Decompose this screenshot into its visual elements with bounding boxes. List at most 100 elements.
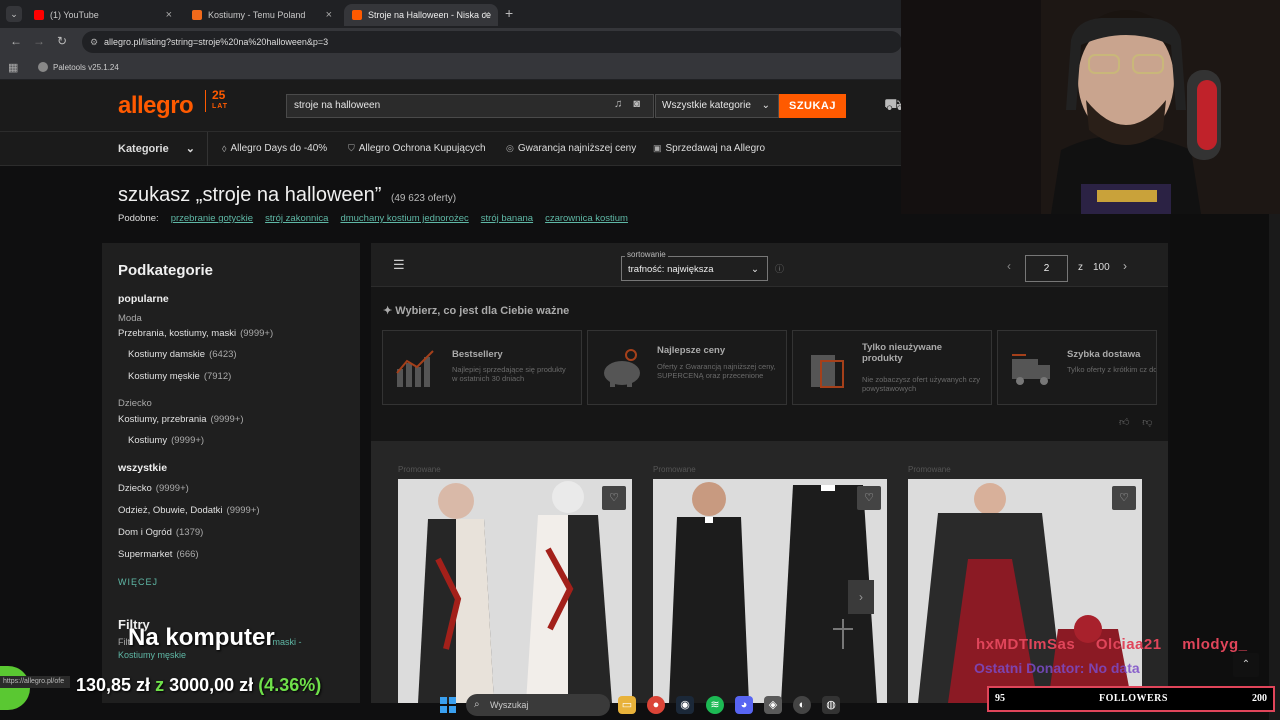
similar-link[interactable]: dmuchany kostium jednorożec <box>340 213 468 224</box>
feature-card-bestsellers[interactable]: Bestsellery Najlepiej sprzedające się pr… <box>382 330 582 405</box>
feature-card-best-prices[interactable]: Najlepsze ceny Oferty z Gwarancją najniż… <box>587 330 787 405</box>
site-info-icon[interactable]: ⚙ <box>90 37 98 48</box>
filter-link[interactable]: maski - <box>273 637 302 647</box>
sidebar-item-all[interactable]: Dziecko (9999+) <box>118 483 189 494</box>
tab-temu[interactable]: Kostiumy - Temu Poland × <box>184 4 340 26</box>
similar-link[interactable]: czarownica kostium <box>545 213 628 224</box>
thumbs-up-icon[interactable]: 👍︎ <box>1119 417 1129 428</box>
subnav-link-sell[interactable]: ▣ Sprzedawaj na Allegro <box>653 143 765 154</box>
sidebar-item-count: (9999+) <box>226 505 260 516</box>
sort-select[interactable]: trafność: największa ⌄ <box>621 256 768 281</box>
subnav-link-days[interactable]: ◊ Allegro Days do -40% <box>222 143 327 154</box>
feedback-buttons: 👍︎ 👎︎ <box>1119 416 1152 428</box>
allegro-logo[interactable]: allegro <box>118 92 194 120</box>
apps-icon[interactable]: ▦ <box>8 61 18 74</box>
spotify-icon[interactable]: ≋ <box>706 696 724 714</box>
feature-desc: Najlepiej sprzedające się produkty w ost… <box>452 365 566 383</box>
tab-youtube[interactable]: (1) YouTube × <box>26 4 180 26</box>
list-view-icon[interactable]: ☰ <box>393 257 405 273</box>
next-page-icon[interactable]: › <box>1123 259 1127 273</box>
promoted-label: Promowane <box>653 465 696 474</box>
sidebar-item-count: (9999+) <box>155 483 189 494</box>
sidebar-item-kids-costumes[interactable]: Kostiumy, przebrania (9999+) <box>118 414 244 425</box>
forward-icon[interactable]: → <box>33 34 45 48</box>
feature-title: Najlepsze ceny <box>657 345 726 356</box>
scroll-top-icon[interactable]: ⌃ <box>1233 653 1259 677</box>
category-select[interactable]: Wszystkie kategorie ⌄ <box>655 94 779 118</box>
feature-card-fast-delivery[interactable]: Szybka dostawa Tylko oferty z krótkim cz… <box>997 330 1157 405</box>
sort-value: trafność: największa <box>628 264 714 275</box>
chevron-down-icon: ⌄ <box>751 264 759 275</box>
sidebar-item-count: (1379) <box>175 527 204 538</box>
categories-label: Kategorie <box>118 143 169 155</box>
similar-link[interactable]: strój zakonnica <box>265 213 328 224</box>
bookmark-paletools[interactable]: Paletools v25.1.24 <box>38 62 119 72</box>
similar-link[interactable]: strój banana <box>481 213 533 224</box>
categories-menu[interactable]: Kategorie ⌄ <box>104 132 208 166</box>
followers-goal: 200 <box>1252 693 1267 704</box>
close-icon[interactable]: × <box>166 9 172 21</box>
page-total[interactable]: 100 <box>1093 262 1110 273</box>
discord-icon[interactable]: ◕ <box>735 696 753 714</box>
promoted-label: Promowane <box>908 465 951 474</box>
voice-search-icon[interactable]: ♫ <box>614 98 622 110</box>
thumbs-down-icon[interactable]: 👎︎ <box>1142 417 1152 428</box>
info-icon[interactable]: ⓘ <box>775 262 784 275</box>
feature-desc: Oferty z Gwarancją najniższej ceny, SUPE… <box>657 362 776 380</box>
product-card[interactable]: ♡ <box>398 479 632 703</box>
close-icon[interactable]: × <box>484 9 490 21</box>
similar-link[interactable]: przebranie gotyckie <box>171 213 253 224</box>
tab-search-icon[interactable]: ⌄ <box>6 6 22 22</box>
sidebar-item-kids-sub[interactable]: Kostiumy (9999+) <box>128 435 204 446</box>
favorite-heart-icon[interactable]: ♡ <box>602 486 626 510</box>
search-button[interactable]: SZUKAJ <box>779 94 846 118</box>
carousel-next-icon[interactable]: › <box>848 580 874 614</box>
prev-page-icon[interactable]: ‹ <box>1007 259 1011 273</box>
popular-heading: popularne <box>118 293 169 305</box>
back-icon[interactable]: ← <box>10 34 22 48</box>
favorite-heart-icon[interactable]: ♡ <box>857 486 881 510</box>
sidebar-item-costumes[interactable]: Przebrania, kostiumy, maski (9999+) <box>118 328 273 339</box>
windows-start-icon[interactable] <box>440 697 456 713</box>
group-label: Moda <box>118 313 142 324</box>
app-icon[interactable]: ◈ <box>764 696 782 714</box>
file-explorer-icon[interactable]: ▭ <box>618 696 636 714</box>
reload-icon[interactable]: ↻ <box>57 34 67 48</box>
page-input[interactable]: 2 <box>1025 255 1068 282</box>
sort-label: sortowanie <box>625 250 668 259</box>
sidebar-item-label: Kostiumy, przebrania <box>118 414 207 425</box>
search-title: szukasz „stroje na halloween” <box>118 184 382 206</box>
favorite-heart-icon[interactable]: ♡ <box>1112 486 1136 510</box>
chrome-icon[interactable]: ● <box>647 696 665 714</box>
piggy-bank-icon <box>604 349 640 387</box>
sidebar-item-all[interactable]: Odzież, Obuwie, Dodatki (9999+) <box>118 505 260 516</box>
donation-goal: 130,85 zł z 3000,00 zł (4.36%) <box>76 675 321 696</box>
feature-card-new-only[interactable]: Tylko nieużywane produkty Nie zobaczysz … <box>792 330 992 405</box>
feature-title: Tylko nieużywane produkty <box>862 342 943 364</box>
more-button[interactable]: WIĘCEJ <box>118 577 158 587</box>
sidebar-item-count: (9999+) <box>240 328 274 339</box>
sidebar-item-all[interactable]: Supermarket (666) <box>118 549 199 560</box>
subnav-link-protection[interactable]: ⛉ Allegro Ochrona Kupujących <box>348 143 486 154</box>
feature-title: Szybka dostawa <box>1067 349 1141 360</box>
taskbar-search[interactable]: ⌕ Wyszukaj <box>466 694 610 716</box>
sidebar-item-all[interactable]: Dom i Ogród (1379) <box>118 527 203 538</box>
steam-icon[interactable]: ◉ <box>676 696 694 714</box>
sidebar-item-womens[interactable]: Kostiumy damskie (6423) <box>128 349 237 360</box>
sidebar-item-mens[interactable]: Kostiumy męskie (7912) <box>128 371 231 382</box>
address-bar[interactable]: ⚙ allegro.pl/listing?string=stroje%20na%… <box>82 31 902 53</box>
new-tab-icon[interactable]: + <box>505 5 513 21</box>
app-icon[interactable]: ◍ <box>822 696 840 714</box>
subnav-link-guarantee[interactable]: ◎ Gwarancja najniższej ceny <box>506 143 636 154</box>
temu-icon <box>192 10 202 20</box>
goal-current: 130,85 zł <box>76 675 151 695</box>
feature-title: Bestsellery <box>452 349 503 360</box>
search-input[interactable]: stroje na halloween <box>286 94 654 118</box>
tag-icon: ◊ <box>222 143 227 154</box>
page-scrollbar[interactable] <box>1269 214 1280 720</box>
tab-allegro[interactable]: Stroje na Halloween - Niska ce × <box>344 4 498 26</box>
close-icon[interactable]: × <box>326 9 332 21</box>
feature-desc: Nie zobaczysz ofert używanych czy powyst… <box>862 375 980 393</box>
obs-icon[interactable]: ◐ <box>793 696 811 714</box>
camera-icon[interactable]: ◙ <box>633 98 640 110</box>
